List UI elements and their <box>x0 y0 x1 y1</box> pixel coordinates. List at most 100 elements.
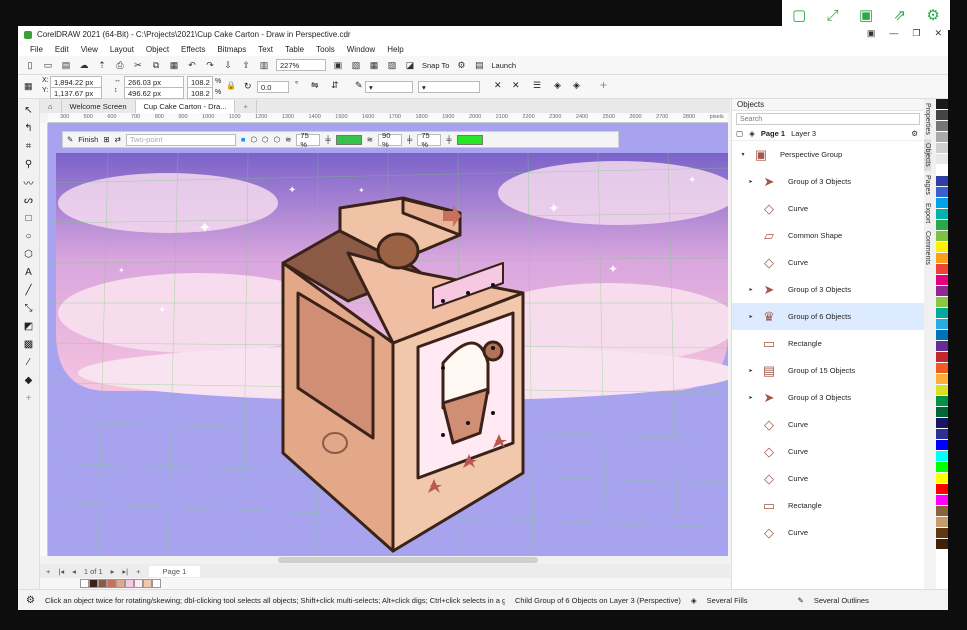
palette-swatch[interactable] <box>936 187 948 198</box>
add-icon[interactable]: + <box>600 78 607 92</box>
side-tab-properties[interactable]: Properties <box>924 99 931 139</box>
text-tool-icon[interactable]: A <box>22 265 36 279</box>
ellipse-tool-icon[interactable]: ○ <box>22 229 36 243</box>
paste-icon[interactable]: ▦ <box>168 59 180 71</box>
shape-tool-icon[interactable]: ↰ <box>22 121 36 135</box>
prev-page-icon[interactable]: ◂ <box>72 567 76 576</box>
undo-icon[interactable]: ↶ <box>186 59 198 71</box>
side-tab-objects[interactable]: Objects <box>924 138 931 171</box>
palette-swatch[interactable] <box>936 517 948 528</box>
palette-swatch[interactable] <box>936 264 948 275</box>
menu-file[interactable]: File <box>24 45 49 54</box>
side-tab-export[interactable]: Export <box>924 199 931 227</box>
finish-icon[interactable]: ✎ <box>67 135 73 144</box>
swatch-white[interactable] <box>152 579 161 588</box>
palette-swatch[interactable] <box>936 154 948 165</box>
phone-frame-icon[interactable]: ▢ <box>792 6 806 24</box>
tab-cup-cake-carton[interactable]: Cup Cake Carton - Dra... <box>135 100 236 113</box>
menu-table[interactable]: Table <box>279 45 310 54</box>
menu-help[interactable]: Help <box>381 45 409 54</box>
palette-swatch[interactable] <box>936 121 948 132</box>
layers-front-icon[interactable]: ◈ <box>554 80 561 91</box>
perspective-mode-select[interactable]: Two-point <box>125 133 236 146</box>
expand-arrow-icon[interactable]: ▸ <box>746 394 756 401</box>
palette-swatch[interactable] <box>936 539 948 550</box>
menu-layout[interactable]: Layout <box>104 45 140 54</box>
palette-swatch[interactable] <box>936 506 948 517</box>
palette-swatch[interactable] <box>936 132 948 143</box>
add-page-end-icon[interactable]: + <box>136 567 140 576</box>
menu-text[interactable]: Text <box>252 45 279 54</box>
palette-swatch[interactable] <box>936 209 948 220</box>
import-icon[interactable]: ⇩ <box>222 59 234 71</box>
palette-swatch[interactable] <box>936 308 948 319</box>
rectangle-tool-icon[interactable]: □ <box>22 211 36 225</box>
page-tab[interactable]: Page 1 <box>148 565 201 577</box>
pick-tool-icon[interactable]: ↖ <box>22 103 36 117</box>
cloud-icon[interactable]: ☁ <box>78 59 90 71</box>
palette-swatch[interactable] <box>936 253 948 264</box>
pdf-icon[interactable]: ▥ <box>258 59 270 71</box>
palette-swatch[interactable] <box>936 286 948 297</box>
settings-icon[interactable]: ⚙ <box>926 6 939 24</box>
status-gear-icon[interactable]: ⚙ <box>26 595 35 606</box>
expand-arrow-icon[interactable]: ▾ <box>738 151 748 158</box>
object-row[interactable]: ▭ Rectangle <box>732 330 924 357</box>
interactive-fill-icon[interactable]: ◆ <box>22 373 36 387</box>
palette-swatch[interactable] <box>936 528 948 539</box>
zoom-tool-icon[interactable]: ⚲ <box>22 157 36 171</box>
layer-label[interactable]: Layer 3 <box>791 129 816 138</box>
new-document-icon[interactable]: ▯ <box>24 59 36 71</box>
opacity-field-1[interactable]: 75 % <box>296 131 321 149</box>
object-row[interactable]: ◇ Curve <box>732 519 924 546</box>
status-outline[interactable]: Several Outlines <box>814 596 869 605</box>
palette-swatch[interactable] <box>936 462 948 473</box>
palette-swatch[interactable] <box>936 275 948 286</box>
object-row[interactable]: ◇ Curve <box>732 465 924 492</box>
y-position-field[interactable]: 1,137.67 px <box>50 87 102 99</box>
drawing-canvas[interactable]: ✦ ✦ ✦ ✦ ✦ ✦ ✦ ✦ <box>48 123 728 556</box>
height-field[interactable]: 496.62 px <box>124 87 184 99</box>
palette-swatch[interactable] <box>936 385 948 396</box>
fullscreen-preview-icon[interactable]: ▣ <box>332 59 344 71</box>
swatch-brown[interactable] <box>98 579 107 588</box>
drop-shadow-icon[interactable]: ◩ <box>22 319 36 333</box>
share-icon[interactable]: ⇗ <box>893 6 906 24</box>
cube-view-icon-1[interactable]: ■ <box>241 135 246 144</box>
maximize-icon[interactable]: ❐ <box>912 28 920 39</box>
palette-swatch[interactable] <box>936 341 948 352</box>
swatch-light-pink[interactable] <box>134 579 143 588</box>
expand-arrow-icon[interactable]: ▸ <box>746 286 756 293</box>
palette-swatch[interactable] <box>936 220 948 231</box>
redo-icon[interactable]: ↷ <box>204 59 216 71</box>
tab-welcome-screen[interactable]: Welcome Screen <box>62 100 136 113</box>
palette-swatch[interactable] <box>936 176 948 187</box>
expand-arrow-icon[interactable]: ▸ <box>746 178 756 185</box>
opacity-field-3[interactable]: 75 % <box>417 131 442 149</box>
mirror-horizontal-icon[interactable]: ⇋ <box>311 80 319 91</box>
save-icon[interactable]: ▣ <box>859 6 873 24</box>
grid-color-swatch[interactable] <box>335 134 362 145</box>
fullscreen-icon[interactable]: ⤢ <box>827 7 839 24</box>
menu-view[interactable]: View <box>75 45 104 54</box>
options-gear-icon[interactable]: ⚙ <box>455 59 467 71</box>
perspective-plane-icon[interactable]: ⊞ <box>103 135 109 144</box>
object-row[interactable]: ◇ Curve <box>732 249 924 276</box>
swatch-none[interactable] <box>80 579 89 588</box>
objects-search-input[interactable]: Search <box>736 113 920 125</box>
palette-swatch[interactable] <box>936 440 948 451</box>
rulers-icon[interactable]: ▧ <box>350 59 362 71</box>
object-row[interactable]: ▭ Rectangle <box>732 492 924 519</box>
palette-swatch[interactable] <box>936 99 948 110</box>
copy-icon[interactable]: ⧉ <box>150 59 162 71</box>
swatch-red-brown[interactable] <box>107 579 116 588</box>
status-fill[interactable]: Several Fills <box>707 596 748 605</box>
rotation-angle-field[interactable]: 0.0 <box>257 81 289 93</box>
home-tab-icon[interactable]: ⌂ <box>40 100 62 113</box>
palette-swatch[interactable] <box>936 418 948 429</box>
object-row[interactable]: ◇ Curve <box>732 438 924 465</box>
add-page-icon[interactable]: + <box>46 567 50 576</box>
close-icon[interactable]: ✕ <box>934 28 942 39</box>
palette-swatch[interactable] <box>936 374 948 385</box>
menu-tools[interactable]: Tools <box>310 45 341 54</box>
